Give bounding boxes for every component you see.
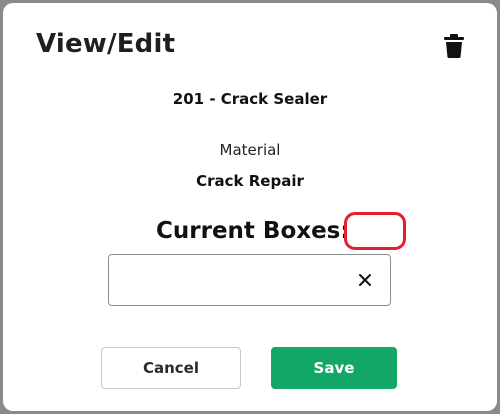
material-value: Crack Repair [196,172,304,190]
trash-icon[interactable] [443,34,465,58]
cancel-button[interactable]: Cancel [101,347,241,389]
modal-title: View/Edit [36,29,176,59]
boxes-input-wrapper [108,254,391,307]
current-boxes-value [344,212,406,250]
material-label: Material [219,141,281,159]
current-boxes-label: Current Boxes: [156,218,350,244]
view-edit-modal: View/Edit 201 - Crack Sealer Material Cr… [3,3,497,411]
item-name: 201 - Crack Sealer [172,90,328,108]
trash-icon-glyph [444,34,464,58]
close-icon[interactable] [355,270,375,290]
save-button[interactable]: Save [271,347,397,389]
close-icon-glyph [359,274,371,286]
boxes-input[interactable] [117,255,351,307]
